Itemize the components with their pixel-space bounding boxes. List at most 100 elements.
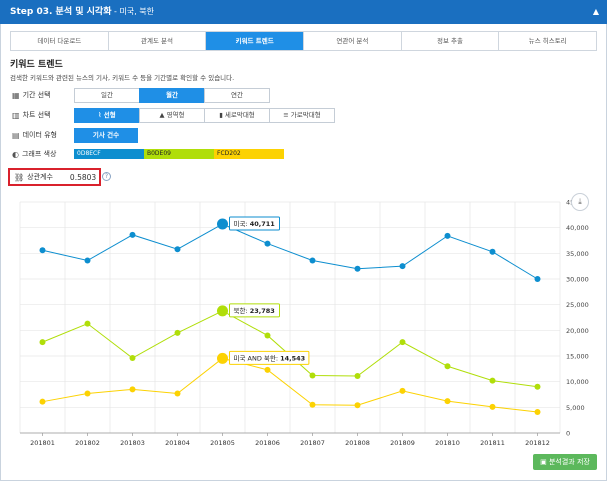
graph-color-label: ◐ 그래프 색상 (12, 149, 74, 159)
area-chart-icon: ▲ (159, 110, 167, 119)
download-icon[interactable]: ⤓ (571, 193, 589, 211)
correlation-value: 0.5803 (69, 172, 97, 182)
save-result-label: 분석결과 저장 (548, 458, 590, 466)
data-point (354, 402, 361, 409)
data-point (444, 398, 451, 405)
chart-area-button[interactable]: ▲ 영역형 (139, 107, 205, 123)
panel-header: Step 03. 분석 및 시각화 - 미국, 북한 ▲ (0, 0, 607, 24)
panel-title: Step 03. 분석 및 시각화 (10, 7, 112, 17)
tab-news-history[interactable]: 뉴스 히스토리 (499, 32, 597, 50)
data-point (39, 339, 46, 346)
tab-related-word-analysis[interactable]: 연관어 분석 (304, 32, 402, 50)
period-yearly-button[interactable]: 연간 (204, 87, 270, 103)
data-point-highlight (217, 352, 228, 364)
data-point (84, 390, 91, 397)
tab-info-extraction[interactable]: 정보 추출 (401, 32, 500, 50)
x-tick-label: 201808 (345, 439, 370, 447)
y-tick-label: 35,000 (566, 250, 589, 258)
correlation-box: ⛓ 상관계수 0.5803 (8, 168, 101, 186)
chart-type-row: ▥ 차트 선택 ⌇ 선형 ▲ 영역형 ▮ 세로막대형 ≡ 가로막대형 (12, 107, 335, 123)
trend-chart: 0 5,000 10,000 15,000 20,000 25,000 30,000 35,0… (19, 199, 589, 447)
bar-chart-icon: ≡ (283, 110, 291, 119)
data-point (399, 263, 406, 270)
color-swatch-2[interactable]: B0DE09 (144, 149, 214, 159)
chevron-up-icon[interactable]: ▲ (593, 0, 599, 24)
x-tick-label: 201811 (480, 439, 505, 447)
save-icon: ▣ (540, 458, 549, 466)
y-tick-label: 30,000 (566, 276, 589, 284)
data-point (264, 332, 271, 339)
y-tick-label: 0 (566, 430, 570, 438)
tab-keyword-trend[interactable]: 키워드 트렌드 (206, 32, 305, 50)
data-point (489, 403, 496, 410)
x-tick-label: 201807 (300, 439, 325, 447)
period-label: ▦ 기간 선택 (12, 90, 74, 100)
data-point (129, 386, 136, 393)
analysis-tabs: 데이터 다운로드 관계도 분석 키워드 트렌드 연관어 분석 정보 추출 뉴스 … (10, 31, 597, 51)
period-label-text: 기간 선택 (22, 91, 51, 99)
data-point (264, 366, 271, 373)
data-point-highlight (217, 218, 228, 230)
period-row: ▦ 기간 선택 일간 월간 연간 (12, 87, 270, 103)
data-point (354, 265, 361, 272)
chart-type-label: ▥ 차트 선택 (12, 110, 74, 120)
help-icon[interactable]: ? (102, 172, 111, 181)
x-tick-label: 201805 (210, 439, 235, 447)
tooltip-text: 북한: 23,783 (234, 307, 275, 315)
calendar-icon: ▦ (12, 90, 20, 100)
x-tick-label: 201812 (525, 439, 550, 447)
data-point (129, 231, 136, 238)
data-point (174, 246, 181, 253)
data-point (444, 232, 451, 239)
tab-data-download[interactable]: 데이터 다운로드 (11, 32, 109, 50)
data-point (399, 339, 406, 346)
data-type-row: ▤ 데이터 유형 기사 건수 (12, 127, 138, 143)
y-tick-label: 15,000 (566, 353, 589, 361)
data-point (399, 387, 406, 394)
data-point (39, 398, 46, 405)
color-swatch-3[interactable]: FCD202 (214, 149, 284, 159)
tab-relation-analysis[interactable]: 관계도 분석 (108, 32, 207, 50)
data-point (309, 401, 316, 408)
table-icon: ▤ (12, 130, 20, 140)
data-point (84, 320, 91, 327)
chart-type-label-text: 차트 선택 (22, 111, 51, 119)
tooltip-text: 미국: 40,711 (234, 219, 276, 228)
data-point (534, 383, 541, 390)
x-tick-label: 201804 (165, 439, 190, 447)
correlation-label: 상관계수 (27, 173, 53, 181)
x-tick-label: 201801 (30, 439, 55, 447)
data-point (309, 257, 316, 264)
x-tick-label: 201802 (75, 439, 100, 447)
link-icon: ⛓ (14, 172, 25, 182)
y-tick-label: 25,000 (566, 301, 589, 309)
chart-column-button[interactable]: ▮ 세로막대형 (204, 107, 270, 123)
chart-bar-button[interactable]: ≡ 가로막대형 (269, 107, 335, 123)
section-title: 키워드 트렌드 (10, 60, 63, 70)
period-monthly-button[interactable]: 월간 (139, 87, 205, 103)
period-daily-button[interactable]: 일간 (74, 87, 140, 103)
data-point (174, 390, 181, 397)
y-tick-label: 20,000 (566, 327, 589, 335)
chart-bar-label: 가로막대형 (290, 110, 321, 119)
x-tick-label: 201809 (390, 439, 415, 447)
data-point (264, 240, 271, 247)
color-swatch-1[interactable]: 0D8ECF (74, 149, 144, 159)
data-type-article-count-button[interactable]: 기사 건수 (74, 127, 138, 143)
y-tick-label: 10,000 (566, 378, 589, 386)
y-tick-label: 40,000 (566, 224, 589, 232)
graph-color-label-text: 그래프 색상 (21, 150, 57, 158)
y-tick-label: 5,000 (566, 404, 585, 412)
data-type-label-text: 데이터 유형 (22, 131, 57, 139)
data-point (174, 329, 181, 336)
x-tick-label: 201810 (435, 439, 460, 447)
section-description: 검색한 키워드와 관련된 뉴스의 기사, 키워드 수 등을 기간별로 확인할 수… (10, 74, 235, 82)
data-point (354, 373, 361, 380)
data-point (309, 372, 316, 379)
chart-line-button[interactable]: ⌇ 선형 (74, 107, 140, 123)
data-point (534, 408, 541, 415)
save-result-button[interactable]: ▣ 분석결과 저장 (533, 454, 597, 470)
data-point (39, 247, 46, 254)
data-point (444, 363, 451, 370)
palette-icon: ◐ (12, 149, 19, 159)
